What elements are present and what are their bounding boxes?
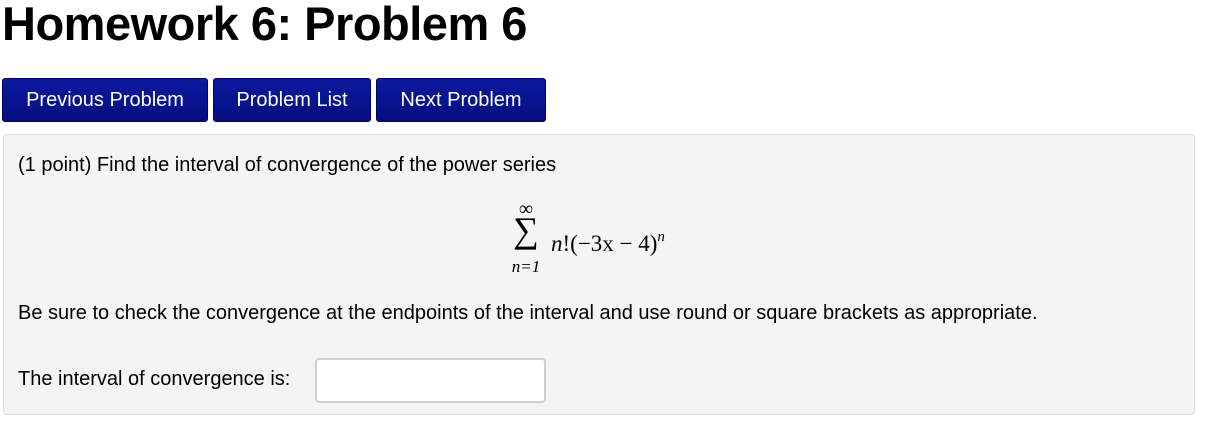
problem-instructions: Be sure to check the convergence at the …	[18, 302, 1038, 324]
next-problem-button[interactable]: Next Problem	[376, 78, 546, 122]
problem-intro: (1 point) Find the interval of convergen…	[18, 154, 557, 176]
series-term-exponent: n	[657, 229, 665, 245]
problem-list-button[interactable]: Problem List	[213, 78, 371, 122]
previous-problem-button[interactable]: Previous Problem	[2, 78, 208, 122]
page-title: Homework 6: Problem 6	[2, 0, 527, 50]
problem-navigation: Previous Problem Problem List Next Probl…	[2, 78, 546, 122]
power-series-formula: ∞ ∑ n=1 n!(−3x − 4)n	[504, 199, 704, 281]
problem-panel: (1 point) Find the interval of convergen…	[3, 134, 1195, 415]
series-term-variable: n	[551, 231, 563, 256]
summation-symbol: ∑	[513, 210, 539, 250]
interval-answer-input[interactable]	[315, 358, 546, 403]
summation-lower-limit: n=1	[511, 257, 541, 276]
series-term-body: !(−3x − 4)	[562, 231, 658, 256]
series-term: n!(−3x − 4)n	[551, 223, 665, 258]
answer-label: The interval of convergence is:	[18, 368, 291, 390]
